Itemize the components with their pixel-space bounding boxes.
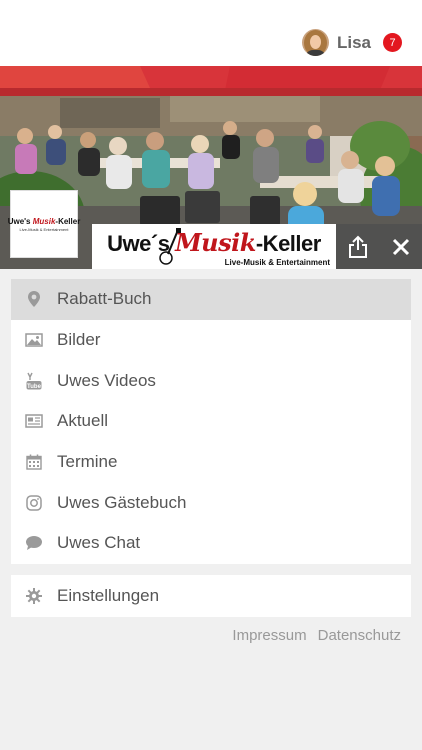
header-actions bbox=[336, 224, 422, 269]
menu-label: Rabatt-Buch bbox=[57, 289, 152, 309]
brand-name: Uwe´s Musik-Keller bbox=[107, 228, 321, 257]
menu-label: Bilder bbox=[57, 330, 101, 350]
menu-label: Einstellungen bbox=[57, 586, 160, 605]
close-button[interactable] bbox=[379, 224, 422, 269]
menu-label: Aktuell bbox=[57, 411, 109, 431]
brand-tagline: Live-Musik & Entertainment bbox=[224, 258, 330, 267]
menu-item-uwes-chat[interactable]: Uwes Chat bbox=[11, 523, 411, 564]
calendar-icon bbox=[25, 453, 43, 471]
menu-item-uwes-videos[interactable]: Tube Uwes Videos bbox=[11, 360, 411, 401]
newspaper-icon bbox=[25, 412, 43, 430]
menu-item-bilder[interactable]: Bilder bbox=[11, 320, 411, 361]
menu-label: Uwes Gästebuch bbox=[57, 492, 187, 512]
youtube-icon: Tube bbox=[25, 372, 43, 390]
share-icon bbox=[348, 235, 367, 258]
menu-item-termine[interactable]: Termine bbox=[11, 442, 411, 483]
footer-links: Impressum Datenschutz bbox=[232, 627, 401, 644]
brand-banner: Uwe´s Musik-Keller Live-Musik & Entertai… bbox=[92, 224, 336, 269]
brand-logo-thumbnail: Uwe's Musik-Keller Live-Musik & Entertai… bbox=[8, 190, 80, 258]
top-bar: Lisa 7 bbox=[0, 0, 422, 66]
map-pin-icon bbox=[25, 290, 43, 308]
gear-icon bbox=[25, 587, 43, 605]
menu-label: Termine bbox=[57, 452, 118, 472]
datenschutz-link[interactable]: Datenschutz bbox=[318, 627, 401, 644]
share-button[interactable] bbox=[336, 224, 379, 269]
main-menu: Rabatt-Buch Bilder Tube Uwes Videos Aktu… bbox=[11, 279, 411, 564]
user-profile[interactable]: Lisa 7 bbox=[301, 29, 402, 56]
avatar[interactable] bbox=[301, 29, 329, 56]
menu-item-uwes-gaestebuch[interactable]: Uwes Gästebuch bbox=[11, 482, 411, 523]
impressum-link[interactable]: Impressum bbox=[232, 627, 306, 644]
menu-label: Uwes Chat bbox=[57, 533, 141, 553]
chat-bubble-icon bbox=[25, 534, 43, 552]
instagram-icon bbox=[25, 494, 43, 512]
menu-item-einstellungen[interactable]: Einstellungen bbox=[11, 575, 411, 617]
close-icon bbox=[392, 238, 409, 255]
menu-label: Uwes Videos bbox=[57, 370, 156, 390]
guitar-icon bbox=[159, 228, 181, 265]
menu-item-rabatt-buch[interactable]: Rabatt-Buch bbox=[11, 279, 411, 320]
notification-badge[interactable]: 7 bbox=[383, 33, 402, 52]
svg-text:Tube: Tube bbox=[27, 384, 42, 390]
username[interactable]: Lisa bbox=[337, 33, 371, 53]
image-icon bbox=[25, 331, 43, 349]
menu-item-aktuell[interactable]: Aktuell bbox=[11, 401, 411, 442]
